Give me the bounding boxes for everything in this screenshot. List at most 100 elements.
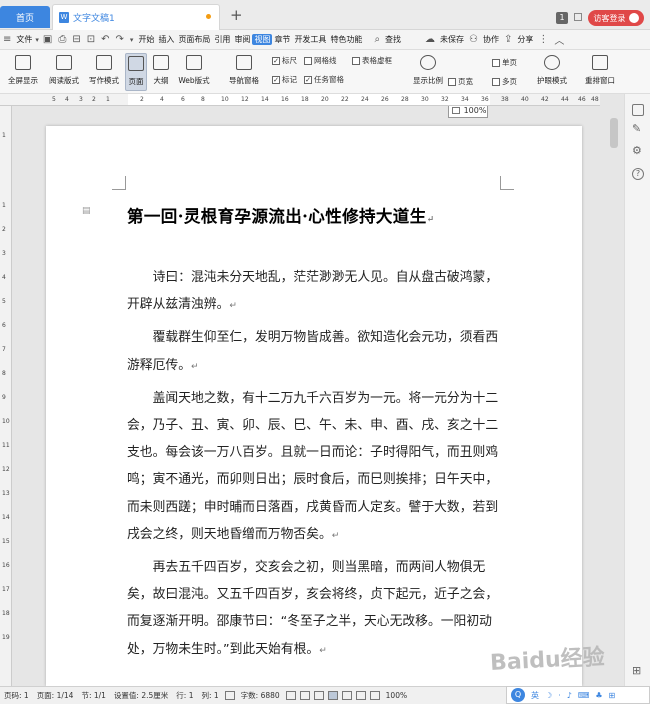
grid-icon[interactable] — [574, 13, 582, 21]
outline-view-button[interactable]: 大纲 — [150, 53, 172, 91]
menu-chapter[interactable]: 章节 — [272, 34, 292, 45]
ruler-tick: 26 — [381, 96, 389, 103]
page-view-label: 页面 — [128, 77, 144, 86]
vertical-ruler[interactable]: 1 1 2 3 4 5 6 7 8 9 10 11 12 13 14 15 16… — [0, 106, 12, 686]
fullscreen-button[interactable]: 全屏显示 — [6, 53, 40, 91]
arrange-windows-button[interactable]: 重排窗口 — [580, 53, 620, 91]
section-info[interactable]: 节: 1/1 — [77, 690, 109, 701]
mic-icon[interactable]: ♪ — [567, 691, 572, 700]
eye-icon[interactable] — [285, 691, 296, 700]
writing-mode-button[interactable]: 写作模式 — [86, 53, 122, 91]
eye-mode-button[interactable]: 护眼模式 — [534, 53, 570, 91]
zoom-ratio-button[interactable]: 显示比例 — [410, 53, 446, 91]
word-count[interactable]: 字数: 6880 — [237, 690, 284, 701]
nav-pane-button[interactable]: 导航窗格 — [222, 53, 266, 91]
menu-page-layout[interactable]: 页面布局 — [176, 34, 212, 45]
export-pdf-icon[interactable]: ⎙ — [58, 34, 66, 45]
print-preview-icon[interactable]: ⊡ — [87, 34, 95, 45]
col-info[interactable]: 列: 1 — [197, 690, 222, 701]
ruler-tick: 14 — [2, 514, 10, 521]
keyboard-icon[interactable]: ⌨ — [578, 691, 590, 700]
read-view-icon[interactable] — [369, 691, 380, 700]
markers-checkbox[interactable]: ✓ 标记 — [272, 74, 297, 85]
menu-view[interactable]: 视图 — [252, 34, 273, 45]
menu-review[interactable]: 审阅 — [232, 34, 252, 45]
more-chevron-icon[interactable]: ▾ — [130, 36, 134, 44]
window-count-badge[interactable]: 1 — [556, 12, 568, 24]
hamburger-menu-icon[interactable]: ≡ — [3, 34, 11, 45]
unsaved-status[interactable]: 未保存 — [438, 34, 466, 45]
paragraph-text: 再去五千四百岁，交亥会之初，则当黑暗，而两间人物俱无矣，故曰混沌。又五千四百岁，… — [127, 560, 499, 657]
page-view-icon[interactable] — [327, 691, 338, 700]
multi-page-button[interactable]: 多页 — [492, 76, 517, 87]
chevron-down-icon[interactable]: ▾ — [35, 36, 39, 44]
undo-icon[interactable]: ↶ — [101, 34, 109, 45]
document-body[interactable]: 诗曰：混沌未分天地乱，茫茫渺渺无人见。自从盘古破鸿蒙，开辟从兹清浊辨。↵ 覆载群… — [127, 264, 503, 669]
single-page-button[interactable]: 单页 — [492, 57, 517, 68]
row-info[interactable]: 行: 1 — [172, 690, 197, 701]
web-layout-button[interactable]: Web版式 — [175, 53, 213, 91]
pen-icon[interactable] — [313, 691, 324, 700]
outline-view-icon[interactable] — [341, 691, 352, 700]
skin-icon[interactable]: ♣ — [595, 691, 602, 700]
page-width-button[interactable]: 页宽 — [448, 76, 473, 87]
visitor-login-button[interactable]: 访客登录 — [588, 10, 644, 26]
settings-sliders-icon[interactable]: ⚙ — [632, 144, 644, 157]
ruler-checkbox[interactable]: ✓ 标尺 — [272, 55, 297, 66]
page-count[interactable]: 页面: 1/14 — [33, 690, 78, 701]
pen-icon[interactable]: ✎ — [632, 122, 644, 135]
menu-developer[interactable]: 开发工具 — [292, 34, 328, 45]
save-icon[interactable]: ▣ — [43, 34, 52, 45]
heading-text: 第一回·灵根育孕源流出·心性修持大道生 — [127, 207, 427, 226]
document-heading[interactable]: 第一回·灵根育孕源流出·心性修持大道生↵ — [127, 203, 435, 227]
page-number[interactable]: 页码: 1 — [0, 690, 33, 701]
vertical-scrollbar[interactable] — [610, 118, 618, 148]
search-icon[interactable]: ⌕ — [374, 34, 380, 45]
ruler-tick: 42 — [541, 96, 549, 103]
search-button[interactable]: 查找 — [383, 34, 403, 45]
print-icon[interactable]: ⊟ — [72, 34, 80, 45]
web-layout-label: Web版式 — [178, 76, 210, 85]
collab-button[interactable]: 协作 — [481, 34, 501, 45]
collapse-ribbon-icon[interactable]: ︿ — [554, 32, 564, 47]
horizontal-ruler[interactable]: 5 4 3 2 1 2 4 6 8 10 12 14 16 18 20 22 2… — [0, 94, 600, 106]
reading-layout-button[interactable]: 阅读版式 — [46, 53, 82, 91]
gridlines-checkbox[interactable]: 网格线 — [304, 55, 337, 66]
ruler-tick: 10 — [221, 96, 229, 103]
grid-icon[interactable]: ⊞ — [609, 691, 616, 700]
dot-icon[interactable]: · — [558, 691, 561, 700]
menu-start[interactable]: 开始 — [136, 34, 156, 45]
menu-features[interactable]: 特色功能 — [328, 34, 364, 45]
panel-toggle-icon[interactable] — [632, 104, 644, 116]
ime-language[interactable]: 英 — [531, 690, 539, 701]
menu-insert[interactable]: 插入 — [156, 34, 176, 45]
zoom-level[interactable]: 100% — [382, 691, 411, 700]
help-icon[interactable]: ? — [632, 168, 644, 180]
page-view-button[interactable]: 页面 — [125, 53, 147, 91]
ruler-tick: 4 — [2, 274, 6, 281]
spellcheck-icon[interactable] — [224, 691, 235, 700]
moon-icon[interactable]: ☽ — [545, 691, 552, 700]
reading-layout-label: 阅读版式 — [49, 76, 79, 85]
multi-page-label: 多页 — [502, 77, 517, 86]
task-pane-checkbox[interactable]: ✓ 任务窗格 — [304, 74, 344, 85]
paragraph: 再去五千四百岁，交亥会之初，则当黑暗，而两间人物俱无矣，故曰混沌。又五千四百岁，… — [127, 554, 503, 665]
file-menu[interactable]: 文件 — [14, 34, 34, 45]
table-dotted-checkbox-box — [352, 56, 360, 65]
eye-icon — [544, 55, 560, 70]
home-tab[interactable]: 首页 — [0, 6, 50, 28]
new-tab-button[interactable]: + — [230, 6, 243, 24]
share-button[interactable]: 分享 — [515, 34, 535, 45]
apps-grid-icon[interactable]: ⊞ — [632, 664, 644, 677]
ime-logo-icon[interactable]: Q — [511, 688, 525, 702]
menu-references[interactable]: 引用 — [212, 34, 232, 45]
table-dotted-checkbox[interactable]: 表格虚框 — [352, 55, 392, 66]
document-tab[interactable]: W 文字文稿1 — [52, 4, 220, 30]
more-icon[interactable]: ⋮ — [538, 34, 548, 45]
setting-value[interactable]: 设置值: 2.5厘米 — [110, 690, 172, 701]
layout-icon[interactable] — [299, 691, 310, 700]
redo-icon[interactable]: ↷ — [116, 34, 124, 45]
web-view-icon[interactable] — [355, 691, 366, 700]
ruler-tick: 14 — [261, 96, 269, 103]
ruler-tick: 3 — [79, 96, 83, 103]
